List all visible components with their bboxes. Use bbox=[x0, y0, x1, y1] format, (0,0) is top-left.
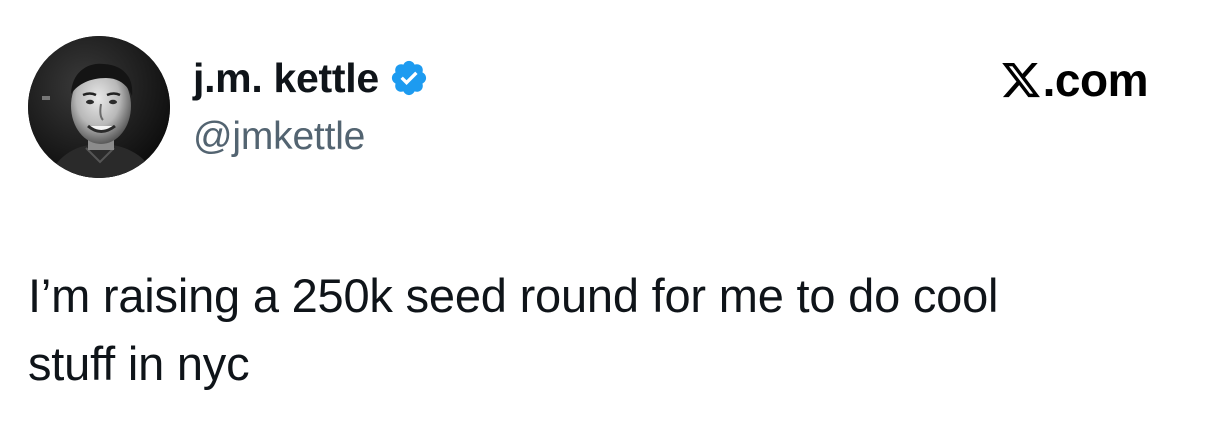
x-logo-icon bbox=[999, 59, 1043, 101]
source-watermark: .com bbox=[999, 54, 1149, 106]
display-name[interactable]: j.m. kettle bbox=[193, 52, 379, 104]
author-name-row[interactable]: j.m. kettle bbox=[193, 52, 429, 104]
avatar[interactable] bbox=[28, 36, 170, 178]
source-domain: .com bbox=[1042, 54, 1149, 106]
verified-badge-icon bbox=[389, 58, 429, 98]
user-handle[interactable]: @jmkettle bbox=[193, 113, 365, 161]
tweet-text: I’m raising a 250k seed round for me to … bbox=[28, 269, 999, 390]
tweet-card: j.m. kettle @jmkettle .com I’m raising a… bbox=[0, 0, 1206, 440]
profile-photo bbox=[28, 36, 170, 178]
